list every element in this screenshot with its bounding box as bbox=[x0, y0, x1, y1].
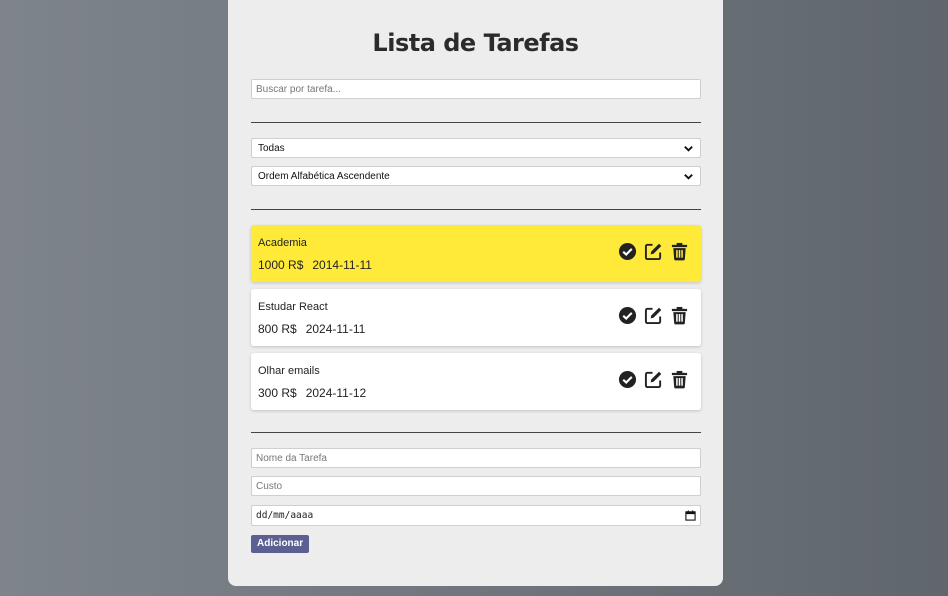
order-value: Ordem Alfabética Ascendente bbox=[258, 170, 390, 182]
task-meta: 1000 R$ 2014-11-11 bbox=[258, 258, 372, 272]
add-task-button[interactable]: Adicionar bbox=[251, 535, 310, 553]
task-cost: 800 R$ bbox=[258, 322, 297, 336]
chevron-down-icon bbox=[682, 142, 694, 154]
todo-card: Lista de Tarefas Todas Ordem Alfabética … bbox=[228, 0, 723, 586]
order-select[interactable]: Ordem Alfabética Ascendente bbox=[251, 166, 701, 186]
divider bbox=[251, 122, 701, 123]
task-date: 2024-11-11 bbox=[305, 322, 366, 336]
trash-icon[interactable] bbox=[670, 242, 689, 261]
date-field[interactable]: dd/mm/aaaa bbox=[251, 505, 701, 526]
page-title: Lista de Tarefas bbox=[372, 29, 579, 57]
task-name: Academia bbox=[258, 237, 307, 249]
calendar-icon[interactable] bbox=[685, 510, 696, 521]
check-circle-icon[interactable] bbox=[618, 306, 637, 325]
task-meta: 300 R$ 2024-11-12 bbox=[258, 386, 366, 400]
trash-icon[interactable] bbox=[670, 370, 689, 389]
status-filter-value: Todas bbox=[258, 142, 285, 154]
task-date: 2024-11-12 bbox=[305, 386, 367, 400]
divider bbox=[251, 432, 701, 433]
edit-icon[interactable] bbox=[644, 370, 663, 389]
check-circle-icon[interactable] bbox=[618, 370, 637, 389]
date-placeholder: dd/mm/aaaa bbox=[256, 510, 314, 521]
task-actions bbox=[618, 370, 689, 389]
task-date: 2014-11-11 bbox=[312, 258, 372, 272]
search-input[interactable] bbox=[251, 79, 701, 99]
task-meta: 800 R$ 2024-11-11 bbox=[258, 322, 365, 336]
trash-icon[interactable] bbox=[670, 306, 689, 325]
task-actions bbox=[618, 306, 689, 325]
task-cost: 300 R$ bbox=[258, 386, 297, 400]
task-name: Olhar emails bbox=[258, 365, 320, 377]
divider bbox=[251, 209, 701, 210]
status-filter-select[interactable]: Todas bbox=[251, 138, 701, 158]
task-item[interactable]: Olhar emails 300 R$ 2024-11-12 bbox=[251, 353, 701, 410]
cost-field[interactable] bbox=[251, 476, 701, 496]
task-actions bbox=[618, 242, 689, 261]
chevron-down-icon bbox=[682, 170, 694, 182]
task-name-field[interactable] bbox=[251, 448, 701, 468]
task-cost: 1000 R$ bbox=[258, 258, 304, 272]
check-circle-icon[interactable] bbox=[618, 242, 637, 261]
edit-icon[interactable] bbox=[644, 242, 663, 261]
task-item[interactable]: Estudar React 800 R$ 2024-11-11 bbox=[251, 289, 701, 346]
task-name: Estudar React bbox=[258, 301, 328, 313]
task-item[interactable]: Academia 1000 R$ 2014-11-11 bbox=[251, 225, 701, 282]
edit-icon[interactable] bbox=[644, 306, 663, 325]
